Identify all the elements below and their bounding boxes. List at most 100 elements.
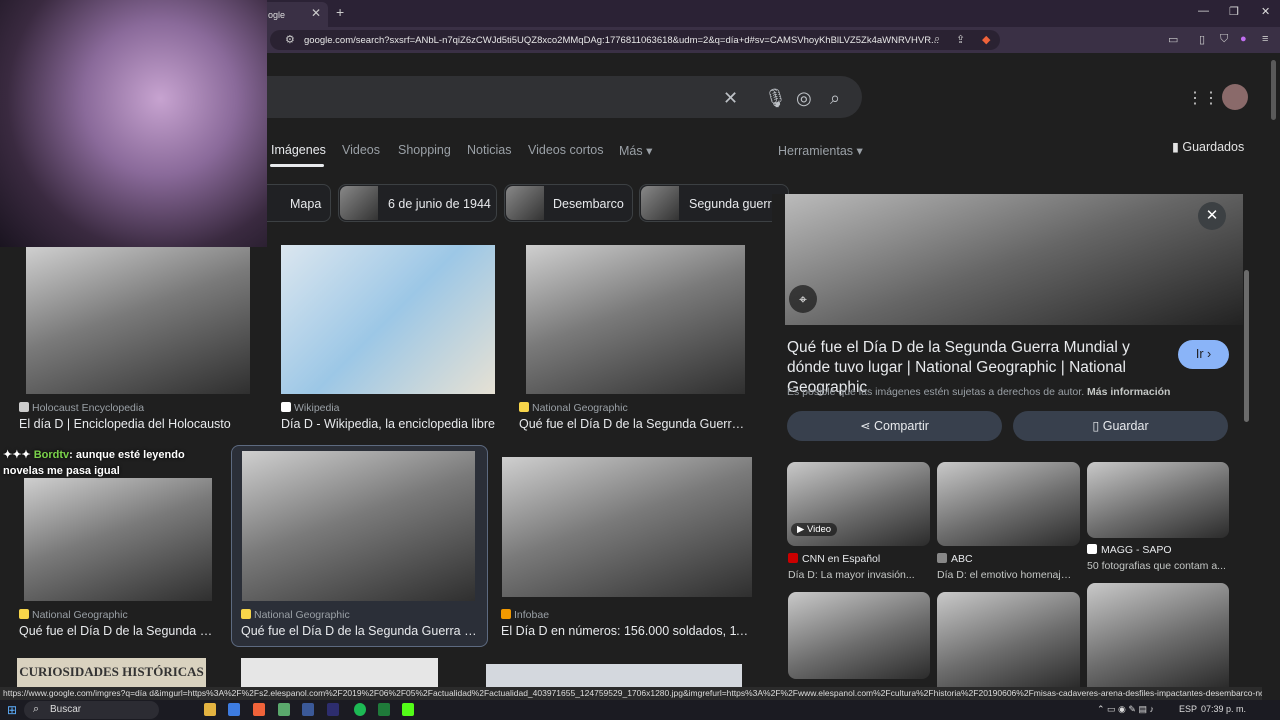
vpn-icon[interactable]: ⛉ (1220, 33, 1228, 46)
related-title[interactable]: Día D: La mayor invasión... (788, 569, 928, 581)
preview-image[interactable] (785, 194, 1243, 325)
chip-label: 6 de junio de 1944 (388, 197, 491, 211)
file-explorer-icon[interactable] (204, 703, 216, 716)
page-scrollbar[interactable] (1271, 60, 1276, 120)
premiere-icon[interactable] (327, 703, 339, 716)
result-title[interactable]: Qué fue el Día D de la Segunda G... (19, 624, 219, 638)
visit-button[interactable]: Ir › (1178, 340, 1229, 369)
result-image[interactable] (26, 247, 250, 394)
more-info-link[interactable]: Más información (1087, 386, 1170, 398)
camera-icon[interactable]: ◎ (796, 88, 812, 109)
result-image[interactable] (486, 664, 742, 687)
excel-icon[interactable] (378, 703, 390, 716)
tab-images[interactable]: Imágenes (271, 143, 326, 157)
chip-label: Segunda guerra (689, 197, 779, 211)
app-icon[interactable] (278, 703, 290, 716)
tab-title: ogle (268, 10, 286, 20)
result-image[interactable] (241, 658, 438, 687)
language-indicator[interactable]: ESP (1179, 704, 1197, 714)
site-info-icon[interactable]: ⚙ (285, 33, 295, 46)
result-title[interactable]: El día D | Enciclopedia del Holocausto (19, 417, 259, 431)
result-image[interactable] (502, 457, 752, 597)
menu-icon[interactable]: ≡ (1262, 33, 1268, 45)
result-title[interactable]: El Día D en números: 156.000 soldados, 1… (501, 624, 751, 638)
result-source: National Geographic (241, 609, 350, 621)
result-source: National Geographic (19, 609, 128, 621)
chip-thumbnail (506, 186, 544, 220)
tab-videos[interactable]: Videos (342, 143, 380, 157)
tools-button[interactable]: Herramientas ▾ (778, 143, 863, 158)
related-source: MAGG - SAPO (1087, 544, 1172, 556)
result-title[interactable]: Día D - Wikipedia, la enciclopedia libre (281, 417, 501, 431)
tray-icons[interactable]: ⌃ ▭ ◉ ✎ ▤ ♪ (1097, 704, 1154, 715)
chip-war[interactable]: Segunda guerra (639, 184, 789, 222)
tab-short-videos[interactable]: Videos cortos (528, 143, 604, 157)
tab-more[interactable]: Más ▾ (619, 143, 652, 158)
tab-shopping[interactable]: Shopping (398, 143, 451, 157)
windows-start-icon[interactable]: ⊞ (7, 703, 17, 717)
extension-icon[interactable]: ● (1240, 33, 1247, 45)
favicon-icon (937, 553, 947, 563)
related-image[interactable] (937, 462, 1080, 546)
new-tab-button[interactable]: + (336, 4, 344, 20)
avatar[interactable] (1222, 84, 1248, 110)
mic-icon[interactable]: 🎙 (764, 88, 787, 109)
chip-thumbnail (340, 186, 378, 220)
bookmark-icon: ▯ (1092, 419, 1103, 433)
spotify-icon[interactable] (354, 703, 366, 716)
clear-icon[interactable]: ✕ (723, 88, 738, 109)
related-image[interactable] (1087, 583, 1229, 687)
close-icon[interactable]: ✕ (1198, 202, 1226, 230)
zoom-icon[interactable]: ⌕ (934, 33, 940, 46)
brave-shield-icon[interactable]: ◆ (982, 33, 990, 46)
app-icon[interactable] (228, 703, 240, 716)
chip-landing[interactable]: Desembarco (504, 184, 633, 222)
related-source: CNN en Español (788, 553, 880, 565)
result-image[interactable] (24, 478, 212, 601)
favicon-icon (241, 609, 251, 619)
result-image[interactable] (526, 245, 745, 394)
sidebar-icon[interactable]: ▯ (1199, 33, 1205, 46)
favicon-icon (19, 609, 29, 619)
taskbar-clock[interactable]: 07:39 p. m. (1201, 704, 1246, 714)
chip-june-6[interactable]: 6 de junio de 1944 (338, 184, 497, 222)
saved-button[interactable]: ▮ Guardados (1172, 139, 1244, 154)
kick-icon[interactable] (402, 703, 414, 716)
result-image[interactable] (242, 451, 475, 601)
chip-label: Mapa (290, 197, 322, 211)
result-source: Wikipedia (281, 402, 340, 414)
chip-map[interactable]: Mapa (258, 184, 331, 222)
related-title[interactable]: Día D: el emotivo homenaje ... (937, 569, 1077, 581)
tab-news[interactable]: Noticias (467, 143, 511, 157)
minimize-icon[interactable]: — (1198, 5, 1209, 17)
restore-icon[interactable]: ❐ (1229, 5, 1239, 18)
panel-scrollbar[interactable] (1244, 270, 1249, 422)
share-page-icon[interactable]: ⇪ (956, 33, 965, 46)
favicon-icon (501, 609, 511, 619)
url-field[interactable]: google.com/search?sxsrf=ANbL-n7qiZ6zCWJd… (270, 30, 1000, 50)
saved-label: Guardados (1182, 140, 1245, 154)
save-button[interactable]: ▯ Guardar (1013, 411, 1228, 441)
cast-icon[interactable]: ▭ (1168, 33, 1178, 46)
related-image[interactable] (1087, 462, 1229, 538)
lens-icon[interactable]: ⌖ (789, 285, 817, 313)
bookmark-icon: ▮ (1172, 140, 1183, 154)
result-title[interactable]: Qué fue el Día D de la Segunda Guerra ..… (519, 417, 749, 431)
search-icon[interactable]: ⌕ (830, 88, 840, 109)
result-image[interactable]: CURIOSIDADES HISTÓRICAS (17, 658, 206, 687)
share-button[interactable]: ⋖ Compartir (787, 411, 1002, 441)
result-source: National Geographic (519, 402, 628, 414)
brave-browser-icon[interactable] (253, 703, 265, 716)
result-image[interactable] (281, 245, 495, 394)
favicon-icon (281, 402, 291, 412)
result-title[interactable]: Qué fue el Día D de la Segunda Guerra M.… (241, 624, 481, 638)
steam-icon[interactable] (302, 703, 314, 716)
tab-close-icon[interactable]: ✕ (311, 6, 321, 20)
related-title[interactable]: 50 fotografias que contam a... (1087, 560, 1227, 572)
favicon-icon (1087, 544, 1097, 554)
taskbar-search[interactable]: Buscar (24, 701, 159, 719)
chat-emotes: ✦✦✦ (3, 449, 34, 461)
window-close-icon[interactable]: ✕ (1261, 5, 1270, 18)
related-image[interactable] (937, 592, 1080, 687)
related-image[interactable] (788, 592, 930, 679)
